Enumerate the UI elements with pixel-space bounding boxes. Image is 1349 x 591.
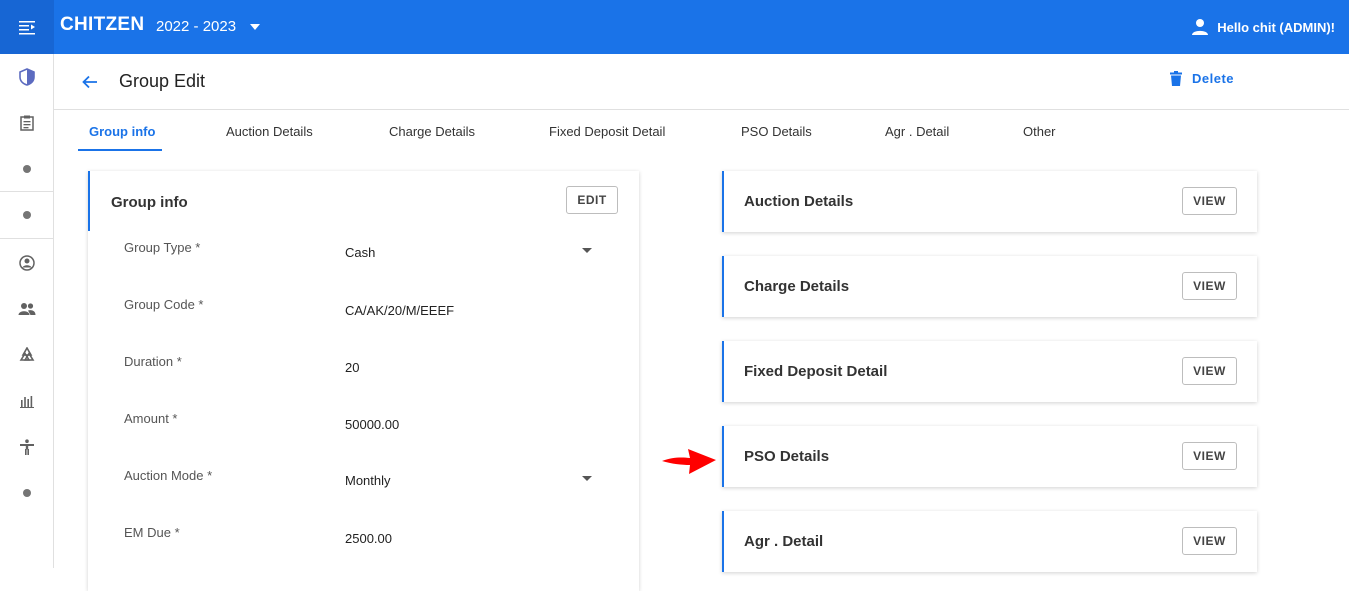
- card-accent: [722, 341, 724, 402]
- financial-year-value: 2022 - 2023: [156, 18, 237, 35]
- sidebar-item-members[interactable]: [0, 286, 54, 332]
- card-accent: [722, 511, 724, 572]
- dot-icon: [23, 211, 31, 219]
- tab-bar: Group info Auction Details Charge Detail…: [54, 110, 1349, 152]
- tab-pso-details[interactable]: PSO Details: [741, 124, 812, 139]
- duration-label: Duration *: [124, 354, 182, 369]
- card-accent: [722, 426, 724, 487]
- em-due-label: EM Due *: [124, 525, 180, 540]
- app-brand: CHITZEN: [60, 14, 145, 35]
- auction-mode-label: Auction Mode *: [124, 468, 213, 483]
- group-info-card: Group info EDIT Group Type * Cash Group …: [88, 171, 639, 591]
- card-accent: [722, 256, 724, 317]
- tab-charge-details[interactable]: Charge Details: [389, 124, 475, 139]
- tab-agr-detail[interactable]: Agr . Detail: [885, 124, 949, 139]
- recycle-icon: [19, 347, 35, 361]
- duration-field[interactable]: 20: [345, 360, 359, 375]
- account-icon: [1192, 19, 1209, 35]
- tab-other[interactable]: Other: [1023, 124, 1056, 139]
- sidebar-item-account[interactable]: [0, 240, 54, 286]
- clipboard-icon: [20, 115, 34, 131]
- shield-icon: [19, 68, 35, 86]
- edit-button[interactable]: EDIT: [566, 186, 618, 214]
- bar-chart-icon: [20, 396, 34, 408]
- back-button[interactable]: [78, 70, 102, 94]
- sidebar-item-dot-2[interactable]: [0, 192, 54, 238]
- sidebar-item-reports[interactable]: [0, 378, 54, 424]
- delete-label: Delete: [1192, 71, 1235, 86]
- dot-icon: [23, 489, 31, 497]
- card-title: Auction Details: [744, 193, 854, 210]
- sidebar-divider: [0, 238, 54, 239]
- person-accessibility-icon: [20, 439, 34, 455]
- view-fixed-deposit-button[interactable]: VIEW: [1182, 357, 1237, 385]
- trash-icon: [1170, 71, 1182, 86]
- group-code-label: Group Code *: [124, 297, 204, 312]
- sidebar-item-dot-3[interactable]: [0, 470, 54, 516]
- tab-group-info[interactable]: Group info: [89, 124, 155, 139]
- charge-details-card: Charge Details VIEW: [722, 256, 1257, 317]
- arrow-left-icon: [82, 75, 97, 89]
- tab-auction-details[interactable]: Auction Details: [226, 124, 313, 139]
- financial-year-select[interactable]: 2022 - 2023: [156, 18, 261, 35]
- amount-field[interactable]: 50000.00: [345, 417, 399, 432]
- card-title: Agr . Detail: [744, 533, 824, 550]
- view-charge-details-button[interactable]: VIEW: [1182, 272, 1237, 300]
- menu-toggle-button[interactable]: [0, 0, 54, 54]
- fixed-deposit-detail-card: Fixed Deposit Detail VIEW: [722, 341, 1257, 402]
- active-tab-indicator: [78, 149, 162, 151]
- view-agr-detail-button[interactable]: VIEW: [1182, 527, 1237, 555]
- auction-mode-select[interactable]: Monthly: [345, 473, 391, 488]
- account-circle-icon: [19, 255, 35, 271]
- menu-icon: [19, 21, 35, 35]
- sidebar-item-clipboard[interactable]: [0, 100, 54, 146]
- sidebar-item-person[interactable]: [0, 424, 54, 470]
- chevron-down-icon: [250, 23, 261, 30]
- group-code-field[interactable]: CA/AK/20/M/EEEF: [345, 303, 454, 318]
- sidebar-item-cycle[interactable]: [0, 332, 54, 378]
- tab-fixed-deposit-detail[interactable]: Fixed Deposit Detail: [549, 124, 665, 139]
- top-app-bar: CHITZEN 2022 - 2023 Hello chit (ADMIN)!: [0, 0, 1349, 54]
- pso-details-card: PSO Details VIEW: [722, 426, 1257, 487]
- chevron-down-icon[interactable]: [582, 476, 592, 481]
- card-title: PSO Details: [744, 448, 830, 465]
- delete-button[interactable]: Delete: [1170, 71, 1234, 86]
- user-menu[interactable]: Hello chit (ADMIN)!: [1191, 18, 1335, 36]
- card-accent: [88, 171, 90, 231]
- annotation-arrow-icon: [662, 449, 716, 474]
- sidebar-nav: [0, 54, 54, 568]
- em-due-field[interactable]: 2500.00: [345, 531, 392, 546]
- user-greeting: Hello chit (ADMIN)!: [1217, 19, 1335, 35]
- sidebar-item-security[interactable]: [0, 54, 54, 100]
- group-type-select[interactable]: Cash: [345, 245, 375, 260]
- view-auction-details-button[interactable]: VIEW: [1182, 187, 1237, 215]
- group-type-label: Group Type *: [124, 240, 201, 255]
- sidebar-item-dot-1[interactable]: [0, 146, 54, 192]
- dot-icon: [23, 165, 31, 173]
- group-info-title: Group info: [111, 194, 188, 211]
- chevron-down-icon[interactable]: [582, 248, 592, 253]
- agr-detail-card: Agr . Detail VIEW: [722, 511, 1257, 572]
- card-title: Fixed Deposit Detail: [744, 363, 888, 380]
- card-accent: [722, 171, 724, 232]
- card-title: Charge Details: [744, 278, 850, 295]
- amount-label: Amount *: [124, 411, 178, 426]
- group-icon: [18, 303, 36, 315]
- auction-details-card: Auction Details VIEW: [722, 171, 1257, 232]
- view-pso-details-button[interactable]: VIEW: [1182, 442, 1237, 470]
- page-header: Group Edit Delete: [54, 54, 1349, 110]
- page-title: Group Edit: [119, 71, 206, 91]
